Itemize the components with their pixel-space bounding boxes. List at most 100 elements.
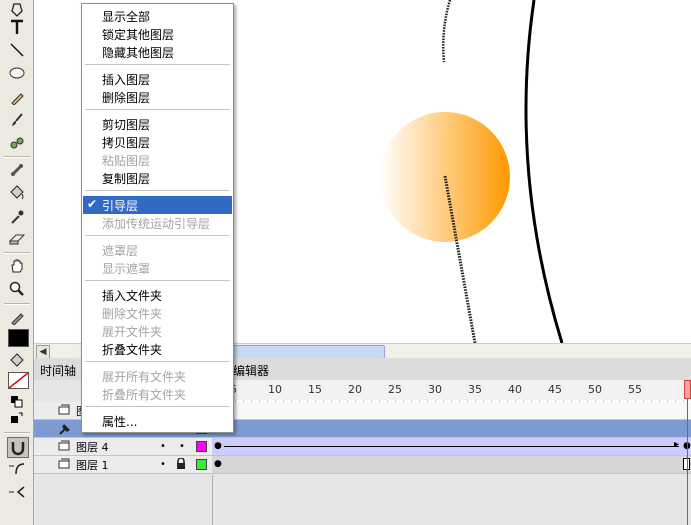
zoom-tool-icon[interactable]: [6, 279, 28, 299]
line-tool-icon[interactable]: [6, 40, 28, 60]
playhead[interactable]: [684, 380, 691, 525]
straighten-icon[interactable]: [6, 482, 28, 502]
menu-item-cut-layer[interactable]: 剪切图层: [83, 115, 232, 133]
eraser-icon[interactable]: [6, 229, 28, 249]
brush-tool-icon[interactable]: [6, 110, 28, 130]
layer-row[interactable]: 图层 4 • •: [34, 438, 212, 456]
fill-color-swatch[interactable]: [8, 372, 29, 389]
frame-number: 10: [268, 383, 282, 396]
tween-arrow: [224, 446, 679, 447]
frame-ruler[interactable]: 5 10 15 20 25 30 35 40 45 50 55 60: [212, 380, 691, 401]
layer-frames[interactable]: ●: [212, 456, 691, 474]
menu-item-lock-others[interactable]: 锁定其他图层: [83, 25, 232, 43]
menu-item-collapse-folder[interactable]: 折叠文件夹: [83, 340, 232, 358]
frame-number: 30: [428, 383, 442, 396]
eyedropper-icon[interactable]: [6, 207, 28, 227]
layer-icon: [58, 440, 70, 454]
frame-number: 40: [508, 383, 522, 396]
swap-colors-icon[interactable]: [6, 408, 28, 428]
menu-item-collapse-all-folders: 折叠所有文件夹: [83, 385, 232, 403]
frame-number: 15: [308, 383, 322, 396]
menu-item-label: 锁定其他图层: [102, 28, 175, 42]
layer-frames-tween[interactable]: ● ▸ ●: [212, 438, 691, 456]
menu-item-properties[interactable]: 属性...: [83, 412, 232, 430]
menu-separator: [85, 361, 230, 362]
menu-item-label: 剪切图层: [102, 118, 151, 132]
stroke-color-swatch[interactable]: [8, 329, 29, 347]
layer-name: 图层 1: [76, 459, 109, 472]
menu-item-hide-others[interactable]: 隐藏其他图层: [83, 43, 232, 61]
lock-dot[interactable]: •: [179, 441, 185, 452]
menu-item-delete-layer[interactable]: 删除图层: [83, 88, 232, 106]
menu-item-label: 折叠所有文件夹: [102, 388, 187, 402]
menu-item-label: 属性...: [102, 415, 138, 429]
pencil-tool-icon[interactable]: [6, 88, 28, 108]
menu-item-label: 删除文件夹: [102, 307, 163, 321]
menu-item-insert-layer[interactable]: 插入图层: [83, 70, 232, 88]
hand-tool-icon[interactable]: [6, 256, 28, 276]
fill-bucket-icon[interactable]: [6, 350, 28, 370]
frame-number: 35: [468, 383, 482, 396]
tab-editor[interactable]: 编辑器: [233, 362, 269, 379]
stroke-color-pencil-icon[interactable]: [6, 308, 28, 328]
menu-separator: [85, 109, 230, 110]
snap-magnet-icon[interactable]: [7, 437, 29, 458]
keyframe-dot[interactable]: ●: [214, 459, 222, 469]
menu-item-label: 引导层: [102, 199, 139, 213]
menu-item-show-mask: 显示遮罩: [83, 259, 232, 277]
text-tool-icon[interactable]: [6, 17, 28, 37]
check-mark-icon: ✔: [87, 197, 98, 211]
menu-item-mask: 遮罩层: [83, 241, 232, 259]
menu-item-label: 展开所有文件夹: [102, 370, 187, 384]
menu-item-add-motion-guide: 添加传统运动引导层: [83, 214, 232, 232]
menu-item-show-all[interactable]: 显示全部: [83, 7, 232, 25]
menu-item-label: 遮罩层: [102, 244, 139, 258]
menu-separator: [85, 235, 230, 236]
menu-item-duplicate-layer[interactable]: 复制图层: [83, 169, 232, 187]
menu-item-label: 隐藏其他图层: [102, 46, 175, 60]
menu-item-label: 插入图层: [102, 73, 151, 87]
tab-timeline[interactable]: 时间轴: [40, 362, 76, 379]
menu-item-expand-all-folders: 展开所有文件夹: [83, 367, 232, 385]
menu-separator: [85, 64, 230, 65]
menu-separator: [85, 280, 230, 281]
tween-arrow-head: ▸: [674, 439, 680, 450]
layer-frames[interactable]: ●: [212, 420, 691, 438]
oval-tool-icon[interactable]: [6, 63, 28, 83]
timeline-divider: [212, 475, 213, 525]
menu-item-label: 折叠文件夹: [102, 343, 163, 357]
menu-item-copy-layer[interactable]: 拷贝图层: [83, 133, 232, 151]
visibility-dot[interactable]: •: [160, 441, 166, 452]
menu-item-label: 删除图层: [102, 91, 151, 105]
visibility-dot[interactable]: •: [160, 459, 166, 470]
scroll-left-arrow[interactable]: ◀: [36, 345, 50, 359]
menu-item-guide[interactable]: ✔ 引导层: [83, 196, 232, 214]
guide-layer-icon: [58, 422, 72, 439]
layer-name: 图层 4: [76, 441, 109, 454]
frame-number: 25: [388, 383, 402, 396]
paint-bucket-icon[interactable]: [6, 183, 28, 203]
menu-item-label: 复制图层: [102, 172, 151, 186]
layer-frames[interactable]: [212, 402, 691, 420]
layer-color-swatch[interactable]: [196, 459, 207, 470]
menu-item-label: 添加传统运动引导层: [102, 217, 211, 231]
layer-row[interactable]: 图层 1 •: [34, 456, 212, 474]
keyframe-dot[interactable]: ●: [214, 441, 222, 451]
deco-tool-icon[interactable]: [6, 133, 28, 153]
menu-item-label: 插入文件夹: [102, 289, 163, 303]
menu-separator: [85, 406, 230, 407]
menu-item-delete-folder: 删除文件夹: [83, 304, 232, 322]
guide-path-dotted-top: [442, 0, 452, 63]
frame-number: 45: [548, 383, 562, 396]
lock-icon[interactable]: [176, 457, 186, 472]
menu-item-label: 拷贝图层: [102, 136, 151, 150]
menu-item-label: 展开文件夹: [102, 325, 163, 339]
scroll-thumb[interactable]: [233, 345, 385, 359]
tools-panel: [0, 0, 34, 525]
layer-color-swatch[interactable]: [196, 441, 207, 452]
smooth-icon[interactable]: [6, 459, 28, 479]
menu-item-insert-folder[interactable]: 插入文件夹: [83, 286, 232, 304]
menu-separator: [85, 190, 230, 191]
bone-tool-icon[interactable]: [6, 160, 28, 180]
menu-item-label: 粘贴图层: [102, 154, 151, 168]
